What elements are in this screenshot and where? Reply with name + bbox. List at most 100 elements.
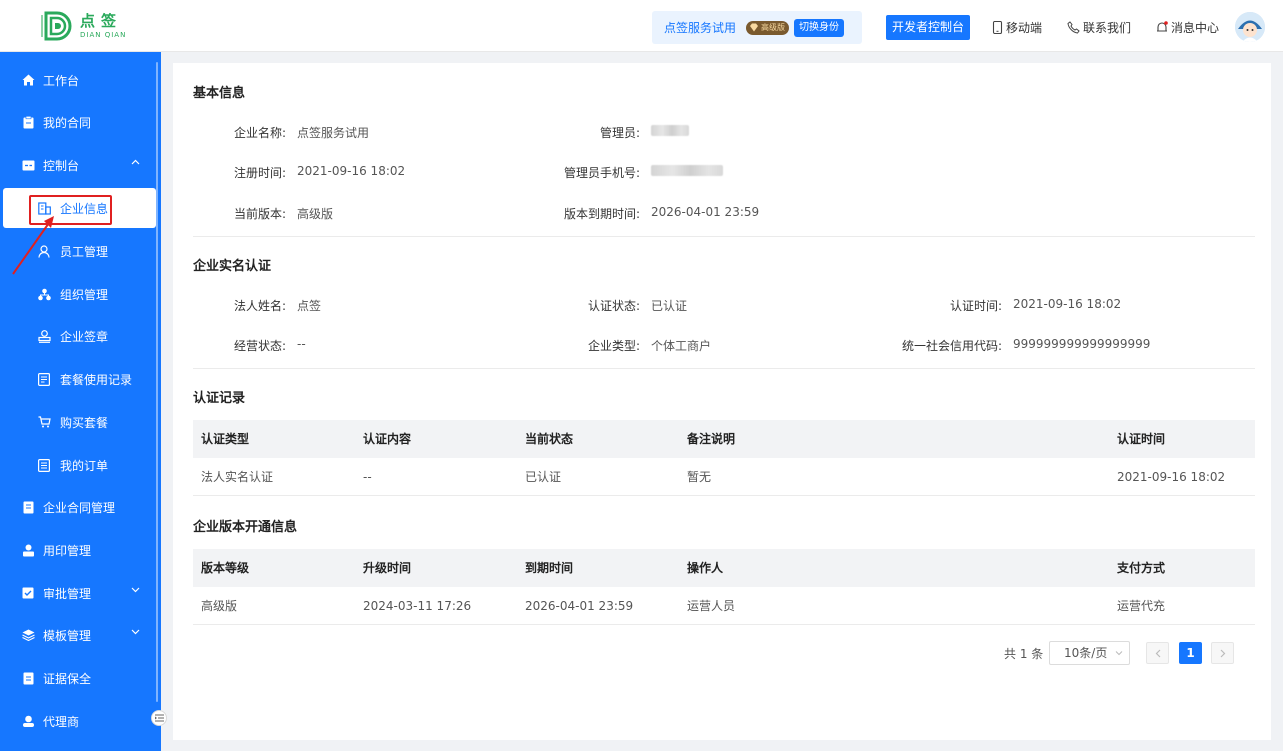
table-row: 法人实名认证 -- 已认证 暂无 2021-09-16 18:02 (193, 458, 1255, 496)
chevron-down-icon (131, 587, 140, 593)
vip-badge: 高级版 (746, 20, 790, 35)
sidebar-item-company-seal[interactable]: 企业签章 (0, 316, 156, 356)
avatar[interactable] (1235, 12, 1265, 42)
sidebar-item-label: 代理商 (43, 714, 80, 729)
table-cell: 运营人员 (687, 599, 736, 613)
vip-badge-label: 高级版 (761, 23, 786, 32)
seal-user-icon (21, 543, 35, 557)
field-label: 统一社会信用代码: (901, 339, 1002, 353)
column-header: 升级时间 (363, 561, 412, 575)
page-number-current[interactable]: 1 (1179, 642, 1202, 664)
sidebar-item-label: 证据保全 (43, 671, 92, 686)
prev-page-button[interactable] (1146, 642, 1169, 664)
field-label: 认证时间: (949, 299, 1002, 313)
field-value: 2021-09-16 18:02 (297, 164, 406, 178)
main-content: 基本信息 企业名称: 点签服务试用 管理员: 注册时间: 2021-09-16 … (173, 63, 1271, 740)
message-center-label: 消息中心 (1171, 21, 1220, 35)
account-name[interactable]: 点签服务试用 (664, 19, 736, 36)
admin-field: 管理员: (567, 124, 689, 141)
field-value: 点签 (297, 299, 322, 313)
sidebar-item-evidence[interactable]: 证据保全 (0, 658, 156, 698)
bell-icon (1157, 21, 1168, 32)
column-header: 版本等级 (201, 561, 250, 575)
layers-icon (21, 628, 35, 642)
logo-en: DIAN QIAN (80, 30, 127, 39)
developer-console-button[interactable]: 开发者控制台 (886, 15, 970, 40)
admin-phone-field: 管理员手机号: (547, 164, 723, 181)
field-value: 个体工商户 (651, 339, 712, 353)
switch-identity-button[interactable]: 切换身份 (794, 18, 845, 37)
sidebar-item-approval[interactable]: 审批管理 (0, 573, 156, 613)
sidebar-item-label: 套餐使用记录 (60, 372, 133, 387)
column-header: 支付方式 (1117, 561, 1166, 575)
field-label: 版本到期时间: (563, 207, 640, 221)
section-title-basic: 基本信息 (193, 86, 246, 101)
credit-code-field: 统一社会信用代码: 999999999999999999 (883, 337, 1150, 354)
chevron-down-icon (131, 629, 140, 635)
field-value: 高级版 (297, 207, 334, 221)
agent-icon (21, 714, 35, 728)
field-value-redacted (651, 164, 723, 181)
version-expire-field: 版本到期时间: 2026-04-01 23:59 (547, 205, 759, 222)
logo[interactable]: 点签 DIAN QIAN (40, 8, 126, 44)
sidebar-item-my-orders[interactable]: 我的订单 (0, 445, 156, 485)
contract-icon (21, 500, 35, 514)
page-size-select[interactable]: 10条/页 (1049, 641, 1130, 665)
column-header: 认证内容 (363, 432, 412, 446)
chevron-left-icon (1155, 649, 1160, 657)
contact-label: 联系我们 (1083, 21, 1132, 35)
contact-link[interactable]: 联系我们 (1067, 19, 1131, 36)
sidebar-item-label: 企业合同管理 (43, 500, 116, 515)
table-cell: 法人实名认证 (201, 470, 274, 484)
message-center-link[interactable]: 消息中心 (1156, 19, 1219, 36)
sidebar-item-label: 用印管理 (43, 543, 92, 558)
auth-time-field: 认证时间: 2021-09-16 18:02 (883, 297, 1121, 314)
table-cell: 运营代充 (1117, 599, 1166, 613)
field-value: 点签服务试用 (297, 126, 370, 140)
record-icon (37, 372, 51, 386)
divider (193, 368, 1255, 369)
field-value: 2021-09-16 18:02 (1013, 297, 1122, 311)
business-status-field: 经营状态: -- (213, 337, 306, 354)
table-header: 认证类型 认证内容 当前状态 备注说明 认证时间 (193, 420, 1255, 458)
field-label: 经营状态: (233, 339, 286, 353)
diamond-icon (750, 23, 759, 32)
field-label: 认证状态: (587, 299, 640, 313)
field-value: 2026-04-01 23:59 (651, 205, 760, 219)
sidebar-item-package-usage[interactable]: 套餐使用记录 (0, 359, 156, 399)
sidebar-item-buy-package[interactable]: 购买套餐 (0, 402, 156, 442)
sidebar-item-label: 企业签章 (60, 329, 109, 344)
sidebar-item-label: 购买套餐 (60, 415, 109, 430)
cart-icon (37, 415, 51, 429)
sidebar-item-agent[interactable]: 代理商 (0, 701, 156, 741)
field-value-redacted (651, 124, 689, 141)
table-cell: 2024-03-11 17:26 (363, 599, 472, 613)
column-header: 到期时间 (525, 561, 574, 575)
mobile-link[interactable]: 移动端 (992, 19, 1042, 36)
column-header: 操作人 (687, 561, 724, 575)
evidence-icon (21, 671, 35, 685)
column-header: 认证时间 (1117, 432, 1166, 446)
table-header: 版本等级 升级时间 到期时间 操作人 支付方式 (193, 549, 1255, 587)
sidebar-item-seal-usage[interactable]: 用印管理 (0, 530, 156, 570)
next-page-button[interactable] (1211, 642, 1234, 664)
sidebar-item-templates[interactable]: 模板管理 (0, 615, 156, 655)
sidebar-item-company-contracts[interactable]: 企业合同管理 (0, 487, 156, 527)
field-label: 企业类型: (587, 339, 640, 353)
sidebar: 工作台 我的合同 控制台 企业信息 员工管理 组织管理 企业签章 套餐使用记录 … (0, 52, 161, 751)
sidebar-collapse-button[interactable] (151, 710, 167, 726)
chevron-down-icon (1115, 651, 1123, 656)
current-version-field: 当前版本: 高级版 (213, 205, 333, 222)
column-header: 当前状态 (525, 432, 574, 446)
table-row: 高级版 2024-03-11 17:26 2026-04-01 23:59 运营… (193, 587, 1255, 625)
top-header: 点签 DIAN QIAN 点签服务试用 高级版 切换身份 开发者控制台 移动端 … (0, 0, 1283, 52)
table-cell: -- (363, 470, 372, 484)
company-name-field: 企业名称: 点签服务试用 (213, 124, 369, 141)
table-cell: 2026-04-01 23:59 (525, 599, 634, 613)
table-cell: 高级版 (201, 599, 238, 613)
field-label: 管理员: (599, 126, 640, 140)
order-icon (37, 458, 51, 472)
field-value: 999999999999999999 (1013, 337, 1151, 351)
column-header: 认证类型 (201, 432, 250, 446)
section-title-versions: 企业版本开通信息 (193, 520, 298, 535)
